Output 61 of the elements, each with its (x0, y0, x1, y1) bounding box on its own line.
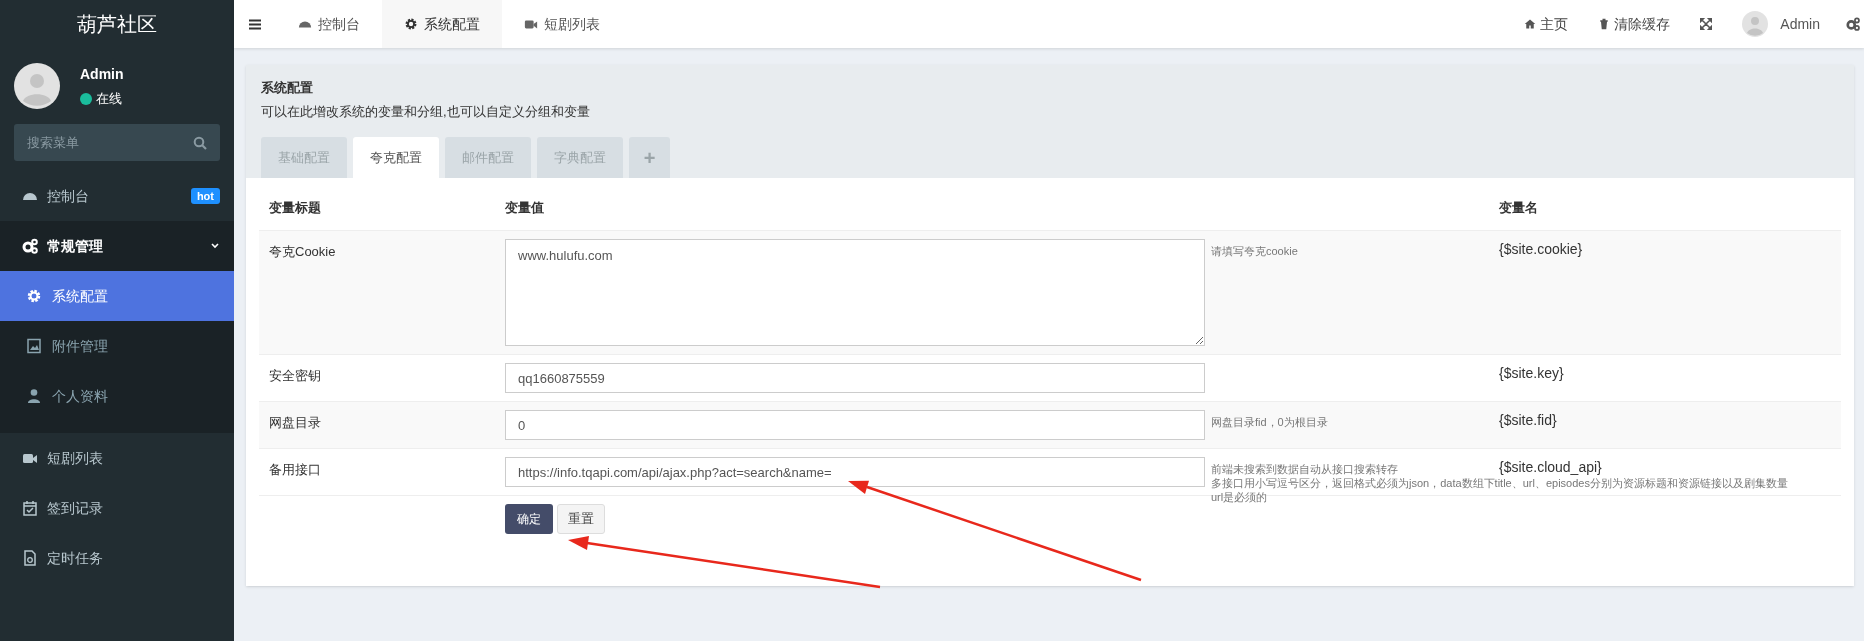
row-title: 网盘目录 (268, 414, 322, 432)
search-icon (193, 136, 207, 150)
row-title: 备用接口 (268, 461, 322, 479)
menu-icon (249, 18, 261, 30)
site-logo: 葫芦社区 (77, 12, 157, 37)
user-name: Admin (80, 64, 124, 84)
settings-button[interactable] (1846, 17, 1860, 31)
field-hint: 前端未搜索到数据自动从接口搜索转存 (1211, 462, 1398, 476)
home-icon (1524, 18, 1537, 30)
menu-item[interactable]: 常规管理 (0, 221, 234, 271)
nav-tab[interactable]: 短剧列表 (502, 0, 622, 48)
input-field[interactable]: https://info.tqapi.com/api/ajax.php?act=search&name= (505, 457, 1205, 487)
variable-name: {$site.cloud_api} (1499, 459, 1602, 475)
confirm-button[interactable]: 确定 (505, 504, 553, 534)
fullscreen-button[interactable] (1700, 18, 1713, 30)
calendar-check-icon (22, 500, 38, 516)
column-header: 变量值 (505, 199, 545, 218)
panel-description: 可以在此增改系统的变量和分组,也可以自定义分组和变量 (261, 102, 591, 121)
submenu-item[interactable]: 附件管理 (0, 321, 234, 371)
gears-icon (1846, 17, 1860, 31)
document-icon (22, 550, 38, 566)
variable-name: {$site.key} (1499, 365, 1564, 381)
row-title: 夸克Cookie (268, 243, 337, 261)
search-field[interactable]: 搜索菜单 (14, 124, 220, 161)
variable-name: {$site.fid} (1499, 412, 1557, 428)
fullscreen-icon (1700, 18, 1713, 30)
gear-icon (26, 288, 42, 304)
menu-item[interactable]: 短剧列表 (0, 433, 234, 483)
image-file-icon (26, 338, 42, 354)
input-field[interactable]: 0 (505, 410, 1205, 440)
submenu-item[interactable]: 系统配置 (0, 271, 234, 321)
top-link[interactable]: 主页 (1524, 13, 1569, 35)
menu-item[interactable]: 控制台 hot (0, 171, 234, 221)
top-link[interactable]: 清除缓存 (1598, 13, 1671, 35)
hot-badge: hot (190, 188, 220, 204)
column-header: 变量名 (1499, 199, 1539, 218)
avatar (1742, 11, 1769, 37)
online-status: 在线 (96, 89, 122, 108)
submenu-item[interactable]: 个人资料 (0, 371, 234, 421)
field-hint: 请填写夸克cookie (1211, 244, 1298, 258)
reset-button[interactable]: 重置 (557, 504, 605, 534)
variable-name: {$site.cookie} (1499, 241, 1583, 257)
avatar (14, 63, 60, 109)
menu-item[interactable]: 签到记录 (0, 483, 234, 533)
row-title: 安全密钥 (268, 367, 322, 385)
panel-title: 系统配置 (261, 79, 314, 97)
person-icon (26, 388, 42, 404)
input-field[interactable]: qq1660875559 (505, 363, 1205, 393)
gear-icon (404, 17, 418, 31)
gears-icon (22, 238, 38, 254)
config-tab[interactable]: 夸克配置 (353, 137, 439, 178)
nav-tab[interactable]: 系统配置 (382, 0, 502, 48)
text-area[interactable]: www.hulufu.com (505, 239, 1205, 346)
field-hint: 网盘目录fid，0为根目录 (1211, 415, 1328, 429)
chevron-down-icon (210, 241, 220, 251)
field-hint: 多接口用小写逗号区分，返回格式必须为json，data数组下title、url、episodes分别为资源标题和资源链接以及剧集数量 url是必须的 (1211, 476, 1788, 504)
column-header: 变量标题 (268, 199, 322, 218)
user-menu[interactable]: Admin (1742, 11, 1820, 37)
trash-icon (1598, 18, 1611, 30)
nav-tab[interactable]: 控制台 (276, 0, 382, 48)
menu-item[interactable]: 定时任务 (0, 533, 234, 583)
